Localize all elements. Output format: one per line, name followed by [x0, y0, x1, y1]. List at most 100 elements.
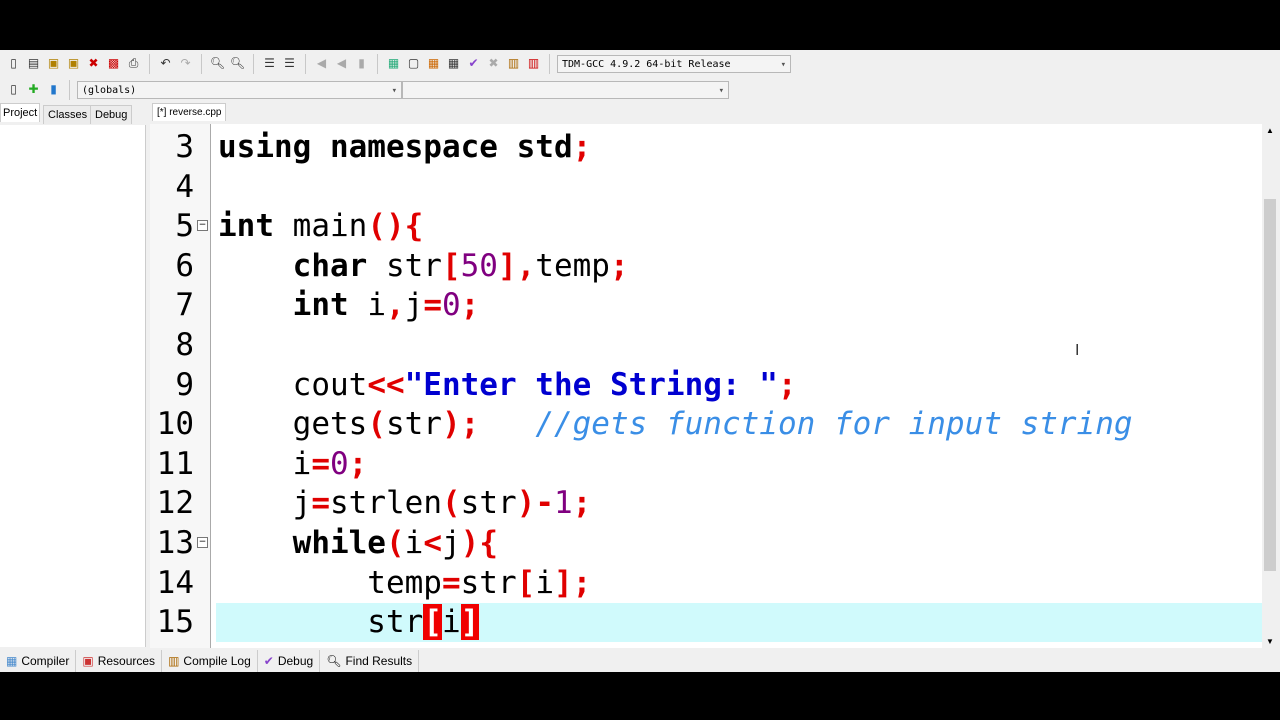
- code-token: ){: [460, 525, 498, 561]
- code-token: i: [535, 564, 554, 601]
- tab-label: Resources: [97, 654, 156, 668]
- compile-icon[interactable]: ▦: [385, 55, 402, 72]
- syntax-check-icon[interactable]: ✔: [465, 55, 482, 72]
- line-number: 7: [175, 287, 194, 324]
- indent-icon[interactable]: ☰: [261, 55, 278, 72]
- bookmark-icon[interactable]: ▮: [353, 55, 370, 72]
- code-line[interactable]: 6 char str[50],temp;: [150, 247, 1262, 286]
- fold-toggle-icon[interactable]: −: [197, 220, 208, 232]
- code-token: str: [385, 406, 442, 443]
- compiler-icon: ▦: [6, 654, 18, 668]
- code-line[interactable]: 14 temp=str[i];: [150, 564, 1262, 603]
- unindent-icon[interactable]: ☰: [281, 55, 298, 72]
- code-token: ;: [572, 129, 592, 165]
- rebuild-icon[interactable]: ▦: [445, 55, 462, 72]
- code-line[interactable]: 12 j=strlen(str)-1;: [150, 484, 1262, 523]
- main-toolbar: ▯ ▤ ▣ ▣ ✖ ▩ ⎙ ↶ ↷ 🔍︎ 🔍︎ ☰ ☰ ◀ ◀ ▮ ▦ ▢ ▦ …: [0, 51, 791, 76]
- tab-resources[interactable]: ▣ Resources: [76, 650, 163, 672]
- code-editor[interactable]: 3 using namespace std; 4 5− int main(){6 cha…: [150, 124, 1262, 648]
- compiler-select-value: TDM-GCC 4.9.2 64-bit Release: [562, 58, 731, 70]
- code-line[interactable]: 3 using namespace std;: [150, 128, 1262, 167]
- code-text: str[i]: [218, 603, 480, 642]
- code-token: =: [311, 445, 330, 482]
- delete-profile-icon[interactable]: ▥: [525, 55, 542, 72]
- scroll-down-icon[interactable]: ▼: [1266, 637, 1274, 646]
- code-text: temp=str[i];: [218, 564, 591, 603]
- scroll-up-icon[interactable]: ▲: [1266, 126, 1274, 135]
- tab-label: Compile Log: [183, 654, 251, 668]
- tab-classes[interactable]: Classes: [43, 105, 93, 124]
- chevron-down-icon: ▾: [718, 85, 724, 96]
- tab-project[interactable]: Project: [0, 103, 41, 122]
- code-token: <: [423, 525, 442, 561]
- code-token: main: [274, 208, 368, 245]
- code-token: i: [218, 445, 312, 482]
- code-line[interactable]: 13− while(i<j){: [150, 524, 1262, 563]
- close-all-icon[interactable]: ▩: [105, 55, 122, 72]
- check-icon: ✔: [263, 654, 274, 668]
- code-line[interactable]: 8: [150, 326, 1262, 365]
- code-line[interactable]: 5− int main(){: [150, 207, 1262, 246]
- member-select[interactable]: ▾: [402, 80, 729, 99]
- code-token: 0: [330, 445, 349, 482]
- class-browser-icon[interactable]: ▮: [45, 81, 62, 98]
- tab-compiler[interactable]: ▦ Compiler: [0, 650, 77, 672]
- compiler-select[interactable]: TDM-GCC 4.9.2 64-bit Release ▾: [557, 54, 791, 73]
- vertical-scrollbar[interactable]: ▲ ▼: [1262, 124, 1278, 648]
- save-icon[interactable]: ▣: [45, 55, 62, 72]
- code-token: char: [292, 247, 368, 284]
- code-text: int main(){: [218, 207, 423, 246]
- line-number: 4: [175, 168, 194, 205]
- bookmark-next-icon[interactable]: ◀: [333, 55, 350, 72]
- code-line[interactable]: 15 str[i]: [150, 603, 1262, 643]
- tab-debug-output[interactable]: ✔ Debug: [258, 650, 321, 672]
- line-number: 10: [156, 406, 194, 443]
- stop-icon[interactable]: ✖: [485, 55, 502, 72]
- close-file-icon[interactable]: ✖: [85, 55, 102, 72]
- add-icon[interactable]: ✚: [25, 81, 42, 98]
- replace-icon[interactable]: 🔍︎: [229, 55, 246, 72]
- tab-find-results[interactable]: 🔍︎ Find Results: [320, 650, 420, 672]
- line-number: 6: [175, 247, 194, 284]
- scope-select[interactable]: (globals) ▾: [77, 80, 402, 99]
- run-icon[interactable]: ▢: [405, 55, 422, 72]
- bookmark-prev-icon[interactable]: ◀: [313, 55, 330, 72]
- redo-icon[interactable]: ↷: [177, 55, 194, 72]
- tab-compile-log[interactable]: ▥ Compile Log: [162, 650, 258, 672]
- code-line[interactable]: 9 cout<<"Enter the String: ";: [150, 366, 1262, 405]
- code-token: (: [441, 485, 461, 522]
- fold-toggle-icon[interactable]: −: [197, 537, 208, 548]
- save-all-icon[interactable]: ▣: [65, 55, 82, 72]
- tab-label: Compiler: [21, 654, 70, 668]
- print-icon[interactable]: ⎙: [125, 55, 142, 72]
- undo-icon[interactable]: ↶: [157, 55, 174, 72]
- goto-declaration-icon[interactable]: ▯: [5, 81, 22, 98]
- line-number: 15: [156, 604, 194, 641]
- tab-reverse-cpp[interactable]: [*] reverse.cpp: [152, 103, 227, 121]
- find-icon[interactable]: 🔍︎: [209, 55, 226, 72]
- open-file-icon[interactable]: ▤: [25, 55, 42, 72]
- code-token: j: [218, 485, 312, 522]
- code-token: (){: [367, 208, 424, 245]
- compile-run-icon[interactable]: ▦: [425, 55, 442, 72]
- chart-icon[interactable]: ▥: [505, 55, 522, 72]
- chart-icon: ▥: [168, 654, 180, 668]
- code-line[interactable]: 10 gets(str); //gets function for input …: [150, 405, 1262, 444]
- code-line[interactable]: 7 int i,j=0;: [150, 286, 1262, 325]
- code-line[interactable]: 11 i=0;: [150, 445, 1262, 484]
- scrollbar-thumb[interactable]: [1264, 199, 1276, 571]
- new-file-icon[interactable]: ▯: [5, 55, 22, 72]
- resources-icon: ▣: [82, 654, 94, 668]
- code-token: (: [385, 525, 405, 561]
- code-token: using namespace std: [218, 129, 573, 165]
- code-token: )-: [516, 485, 554, 522]
- code-text: char str[50],temp;: [218, 247, 629, 286]
- line-number: 5: [175, 208, 194, 245]
- code-token: ];: [553, 564, 592, 601]
- code-line[interactable]: 4: [150, 168, 1262, 207]
- code-token: str: [218, 604, 424, 641]
- code-token: temp: [218, 564, 442, 601]
- tab-debug[interactable]: Debug: [90, 105, 133, 124]
